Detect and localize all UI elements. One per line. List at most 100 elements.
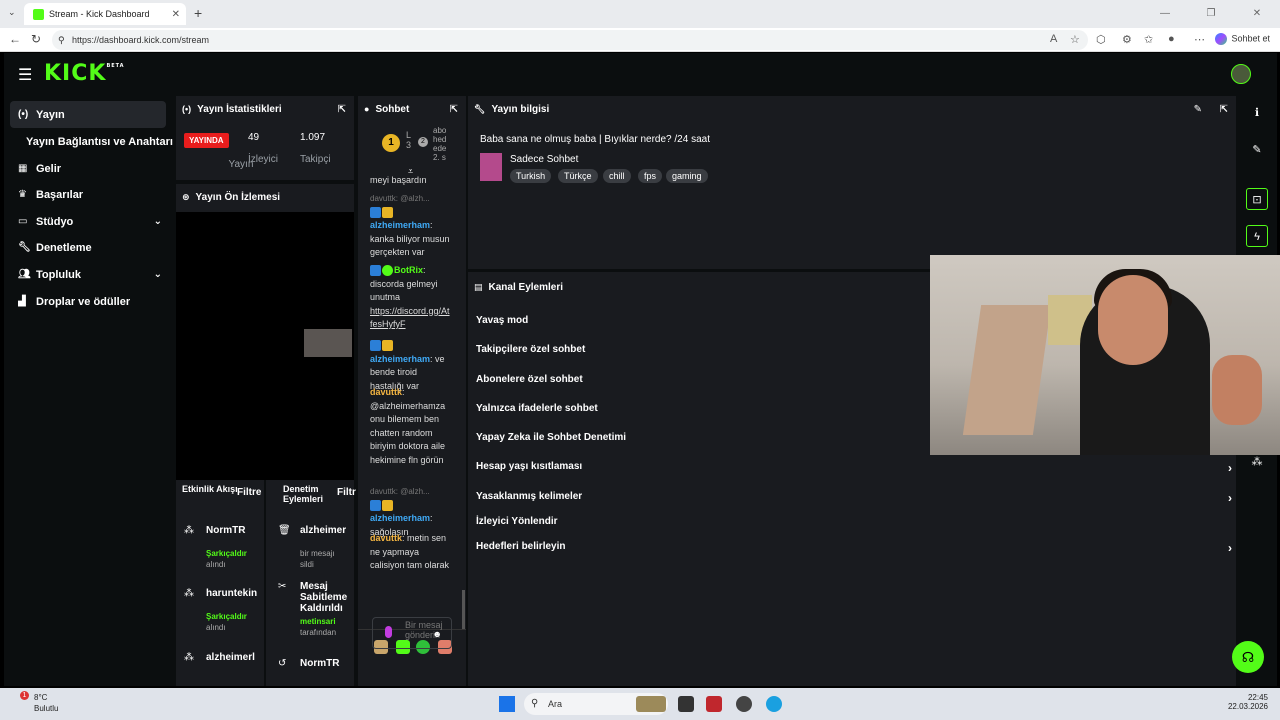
activity-icon: ⁂ [184, 588, 194, 599]
tab-actions-menu-icon[interactable]: ⌄ [8, 7, 16, 18]
tag-chip[interactable]: Turkish [510, 169, 552, 183]
chevron-down-icon: ⌄ [153, 216, 162, 227]
sidebar-item-yayin[interactable]: (•) Yayın [10, 101, 166, 128]
refresh-icon[interactable]: ↻ [31, 32, 41, 46]
lightning-icon[interactable]: ϟ [1246, 225, 1268, 247]
action-label: İzleyici Yönlendir [476, 516, 558, 527]
settings-icon[interactable]: ⚙ [1122, 33, 1132, 46]
close-window-icon[interactable]: ✕ [1234, 0, 1280, 28]
url-input[interactable]: ⚲ https://dashboard.kick.com/stream [52, 30, 1088, 50]
copilot-button[interactable]: Sohbet et [1215, 33, 1270, 45]
steam-icon[interactable] [736, 696, 752, 712]
pencil-icon[interactable]: ✎ [1246, 139, 1268, 161]
sidebar-item-droplar[interactable]: ▟ Droplar ve ödüller [10, 288, 166, 315]
windows-start-icon[interactable] [499, 696, 515, 712]
chat-username[interactable]: davuttk [370, 387, 402, 397]
stats-header: (•) Yayın İstatistikleri ⇱ [176, 96, 354, 122]
sidebar-item-label: Yayın [36, 108, 65, 121]
chat-username[interactable]: alzheimerham [370, 220, 430, 230]
browser-tab[interactable]: Stream - Kick Dashboard ✕ [24, 3, 186, 25]
moderation-filter-button[interactable]: Filtr [337, 487, 356, 498]
close-tab-icon[interactable]: ✕ [172, 9, 180, 20]
address-bar-row: ← ↻ ⚲ https://dashboard.kick.com/stream … [0, 28, 1280, 52]
site-info-icon[interactable]: ⚲ [58, 30, 65, 50]
category-thumbnail [480, 153, 502, 181]
chat-input[interactable]: Bir mesaj gönderin ☻ [372, 617, 452, 649]
popout-icon[interactable]: ⇱ [1220, 104, 1228, 115]
hamburger-menu-icon[interactable]: ☰ [18, 65, 32, 85]
sidebar-item-gelir[interactable]: ▦ Gelir [10, 155, 166, 182]
chevron-right-icon: › [1228, 491, 1232, 505]
sidebar-item-topluluk[interactable]: 👥︎ Topluluk ⌄ [10, 261, 166, 288]
crown-icon [382, 340, 393, 352]
crown-icon [382, 206, 393, 218]
chat-username[interactable]: davuttk [370, 533, 402, 543]
tag-chip[interactable]: chill [603, 169, 631, 183]
profile-icon[interactable]: ● [1168, 33, 1175, 45]
edit-icon[interactable]: ✎ [1194, 104, 1202, 115]
chat-scrollbar[interactable] [462, 590, 465, 630]
stream-preview-video[interactable] [176, 212, 354, 480]
crown-icon [382, 499, 393, 511]
mic-icon[interactable] [385, 626, 392, 638]
more-icon[interactable]: ⋯ [1194, 33, 1205, 46]
chat-username[interactable]: alzheimerham [370, 354, 430, 364]
app-icon[interactable] [706, 696, 722, 712]
chat-bubble-icon: ● [364, 104, 370, 114]
chat-link[interactable]: https://discord.gg/AtfesHyfyF [370, 305, 452, 332]
new-tab-icon[interactable]: + [194, 5, 202, 21]
sidebar-item-denetleme[interactable]: 🔧︎ Denetleme [10, 234, 166, 261]
taskbar-clock[interactable]: 22:45 22.03.2026 [1228, 693, 1268, 711]
support-chat-button[interactable]: ☊ [1232, 641, 1264, 673]
sidebar-item-basarilar[interactable]: ♛ Başarılar [10, 181, 166, 208]
kick-logo[interactable]: KICKBETA [44, 61, 125, 86]
set-goals-row[interactable]: Hedefleri belirleyin › [476, 541, 1232, 555]
search-highlight-icon[interactable] [636, 696, 666, 712]
read-aloud-icon[interactable]: A [1050, 33, 1057, 45]
pinned-text: abo hed ede 2. s [433, 126, 447, 162]
face-image [1098, 275, 1168, 365]
avatar[interactable] [1231, 64, 1251, 84]
tag-chip[interactable]: Türkçe [558, 169, 598, 183]
shelf-image [962, 305, 1052, 435]
viewers-value: 49 [248, 132, 260, 143]
tag-chip[interactable]: fps [638, 169, 663, 183]
back-icon[interactable]: ← [9, 32, 21, 46]
favorites-icon[interactable]: ✩ [1144, 33, 1153, 46]
camera-focus-icon[interactable]: ⊡ [1246, 188, 1268, 210]
preview-panel: ⊛ Yayın Ön İzlemesi [176, 184, 354, 480]
popout-icon[interactable]: ⇱ [450, 104, 458, 115]
weather-condition: Bulutlu [34, 704, 59, 713]
stats-panel: (•) Yayın İstatistikleri ⇱ YAYINDA Yayın… [176, 96, 354, 180]
maximize-icon[interactable]: ❐ [1188, 0, 1234, 28]
browser-tabbar: ⌄ Stream - Kick Dashboard ✕ + — ❐ ✕ [0, 0, 1280, 28]
history-icon: ↺ [278, 658, 287, 669]
preview-header: ⊛ Yayın Ön İzlemesi [176, 184, 354, 210]
clock-time: 22:45 [1247, 693, 1268, 702]
chat-username[interactable]: BotRix [394, 265, 423, 275]
account-age-row[interactable]: Hesap yaşı kısıtlaması › [476, 461, 1232, 475]
tag-chip[interactable]: gaming [666, 169, 708, 183]
chat-title: Sohbet [375, 103, 410, 115]
sidebar-item-stream-key[interactable]: Yayın Bağlantısı ve Anahtarı [10, 128, 175, 155]
stats-title: Yayın İstatistikleri [197, 103, 282, 115]
chat-message: davuttk: @alzheimerhamza onu bilemem ben… [370, 386, 452, 467]
activity-filter-button[interactable]: Filtre [237, 487, 261, 498]
info-icon[interactable]: ℹ [1246, 102, 1268, 124]
chat-username[interactable]: alzheimerham [370, 513, 430, 523]
task-view-icon[interactable] [678, 696, 694, 712]
banned-words-row[interactable]: Yasaklanmış kelimeler › [476, 491, 1232, 505]
emoji-icon[interactable]: ☻ [433, 629, 442, 639]
redirect-viewers-row[interactable]: İzleyici Yönlendir [476, 516, 1232, 527]
favorite-star-icon[interactable]: ☆ [1070, 33, 1080, 46]
stream-info-title: Yayın bilgisi [491, 103, 550, 115]
sidebar-item-studyo[interactable]: ▭ Stüdyo ⌄ [10, 208, 166, 235]
chat-message: alzheimerham: ve bende tiroid hastalığı … [370, 339, 452, 393]
extension-icon[interactable]: ⬡ [1096, 33, 1106, 46]
minimize-icon[interactable]: — [1142, 0, 1188, 28]
sidebar-item-label: Gelir [36, 162, 62, 175]
copilot-icon [1215, 33, 1228, 45]
popout-icon[interactable]: ⇱ [338, 104, 346, 115]
edge-icon[interactable] [766, 696, 782, 712]
viewers-stat: 49 İzleyici [248, 132, 278, 165]
